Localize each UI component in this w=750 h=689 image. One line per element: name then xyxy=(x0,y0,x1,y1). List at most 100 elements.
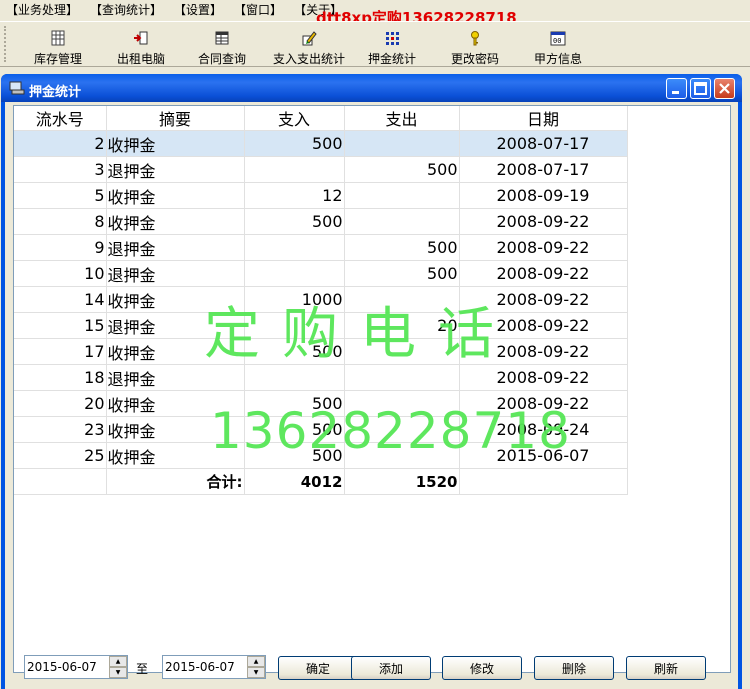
cell-expense[interactable] xyxy=(344,182,460,209)
cell-date[interactable]: 2008-09-22 xyxy=(459,260,628,287)
edit-button[interactable]: 修改 xyxy=(442,656,522,680)
date-to-picker[interactable]: 2015-06-07 ▲ ▼ xyxy=(162,655,266,679)
cell-income[interactable] xyxy=(244,156,345,183)
cell-summary[interactable]: 收押金 xyxy=(106,130,245,157)
cell-expense[interactable] xyxy=(344,208,460,235)
close-button[interactable] xyxy=(714,78,735,99)
deposit-stats-button[interactable]: 押金统计 xyxy=(354,22,430,66)
cell-income[interactable]: 500 xyxy=(244,442,345,469)
cell-expense[interactable] xyxy=(344,390,460,417)
table-row[interactable]: 17 收押金 500 2008-09-22 xyxy=(14,338,628,365)
change-password-button[interactable]: 更改密码 xyxy=(430,22,520,66)
cell-serial[interactable]: 14 xyxy=(14,286,107,313)
cell-expense[interactable]: 500 xyxy=(344,156,460,183)
cell-income[interactable] xyxy=(244,312,345,339)
cell-income[interactable] xyxy=(244,260,345,287)
column-header-serial[interactable]: 流水号 xyxy=(14,106,107,131)
cell-date[interactable]: 2008-09-22 xyxy=(459,286,628,313)
date-from-down[interactable]: ▼ xyxy=(109,667,127,678)
column-header-summary[interactable]: 摘要 xyxy=(106,106,245,131)
cell-serial[interactable]: 17 xyxy=(14,338,107,365)
cell-income[interactable]: 500 xyxy=(244,208,345,235)
table-row[interactable]: 23 收押金 500 2008-09-24 xyxy=(14,416,628,443)
cell-expense[interactable] xyxy=(344,286,460,313)
table-row[interactable]: 20 收押金 500 2008-09-22 xyxy=(14,390,628,417)
add-button[interactable]: 添加 xyxy=(351,656,431,680)
cell-expense[interactable] xyxy=(344,364,460,391)
cell-expense[interactable]: 500 xyxy=(344,260,460,287)
table-row[interactable]: 5 收押金 12 2008-09-19 xyxy=(14,182,628,209)
table-row[interactable]: 8 收押金 500 2008-09-22 xyxy=(14,208,628,235)
cell-income[interactable] xyxy=(244,364,345,391)
date-to-value[interactable]: 2015-06-07 xyxy=(163,660,247,674)
refresh-button[interactable]: 刷新 xyxy=(626,656,706,680)
menu-query[interactable]: 【查询统计】 xyxy=(84,0,168,20)
cell-date[interactable]: 2008-07-17 xyxy=(459,130,628,157)
menu-window[interactable]: 【窗口】 xyxy=(228,0,288,20)
cell-expense[interactable]: 500 xyxy=(344,234,460,261)
table-row[interactable]: 25 收押金 500 2015-06-07 xyxy=(14,442,628,469)
cell-income[interactable] xyxy=(244,234,345,261)
cell-serial[interactable]: 25 xyxy=(14,442,107,469)
cell-serial[interactable]: 23 xyxy=(14,416,107,443)
cell-date[interactable]: 2015-06-07 xyxy=(459,442,628,469)
maximize-button[interactable] xyxy=(690,78,711,99)
cell-date[interactable]: 2008-09-22 xyxy=(459,390,628,417)
menu-settings[interactable]: 【设置】 xyxy=(168,0,228,20)
deposit-grid[interactable]: 流水号 摘要 支入 支出 日期 2 收押金 500 2008-07-17 3 退押金 500… xyxy=(13,105,731,673)
cell-summary[interactable]: 退押金 xyxy=(106,312,245,339)
cell-serial[interactable]: 5 xyxy=(14,182,107,209)
menu-business[interactable]: 【业务处理】 xyxy=(0,0,84,20)
cell-date[interactable]: 2008-07-17 xyxy=(459,156,628,183)
cell-summary[interactable]: 收押金 xyxy=(106,390,245,417)
cell-date[interactable]: 2008-09-22 xyxy=(459,208,628,235)
cell-serial[interactable]: 3 xyxy=(14,156,107,183)
cell-serial[interactable]: 10 xyxy=(14,260,107,287)
column-header-income[interactable]: 支入 xyxy=(244,106,345,131)
cell-summary[interactable]: 退押金 xyxy=(106,156,245,183)
cell-summary[interactable]: 收押金 xyxy=(106,286,245,313)
cell-summary[interactable]: 收押金 xyxy=(106,182,245,209)
cell-serial[interactable]: 8 xyxy=(14,208,107,235)
cell-summary[interactable]: 收押金 xyxy=(106,442,245,469)
cell-income[interactable]: 500 xyxy=(244,338,345,365)
cell-expense[interactable] xyxy=(344,442,460,469)
cell-expense[interactable]: 20 xyxy=(344,312,460,339)
party-info-button[interactable]: 00 甲方信息 xyxy=(520,22,596,66)
cell-date[interactable]: 2008-09-24 xyxy=(459,416,628,443)
cell-summary[interactable]: 收押金 xyxy=(106,338,245,365)
cell-serial[interactable]: 15 xyxy=(14,312,107,339)
cell-income[interactable]: 12 xyxy=(244,182,345,209)
cell-income[interactable]: 500 xyxy=(244,390,345,417)
cell-serial[interactable]: 2 xyxy=(14,130,107,157)
cell-summary[interactable]: 退押金 xyxy=(106,260,245,287)
confirm-button[interactable]: 确定 xyxy=(278,656,358,680)
date-to-up[interactable]: ▲ xyxy=(247,656,265,667)
cell-date[interactable]: 2008-09-19 xyxy=(459,182,628,209)
minimize-button[interactable] xyxy=(666,78,687,99)
table-row[interactable]: 3 退押金 500 2008-07-17 xyxy=(14,156,628,183)
cell-date[interactable]: 2008-09-22 xyxy=(459,364,628,391)
rent-computer-button[interactable]: 出租电脑 xyxy=(102,22,180,66)
cell-summary[interactable]: 收押金 xyxy=(106,208,245,235)
cell-date[interactable]: 2008-09-22 xyxy=(459,338,628,365)
cell-serial[interactable]: 9 xyxy=(14,234,107,261)
table-row[interactable]: 10 退押金 500 2008-09-22 xyxy=(14,260,628,287)
cell-date[interactable]: 2008-09-22 xyxy=(459,234,628,261)
cell-summary[interactable]: 收押金 xyxy=(106,416,245,443)
table-row[interactable]: 2 收押金 500 2008-07-17 xyxy=(14,130,628,157)
cell-expense[interactable] xyxy=(344,416,460,443)
cell-income[interactable]: 1000 xyxy=(244,286,345,313)
date-from-up[interactable]: ▲ xyxy=(109,656,127,667)
cell-serial[interactable]: 20 xyxy=(14,390,107,417)
cell-serial[interactable]: 18 xyxy=(14,364,107,391)
inventory-button[interactable]: 库存管理 xyxy=(14,22,102,66)
column-header-date[interactable]: 日期 xyxy=(459,106,628,131)
cell-expense[interactable] xyxy=(344,338,460,365)
cell-summary[interactable]: 退押金 xyxy=(106,364,245,391)
cell-expense[interactable] xyxy=(344,130,460,157)
table-row[interactable]: 14 收押金 1000 2008-09-22 xyxy=(14,286,628,313)
cell-income[interactable]: 500 xyxy=(244,130,345,157)
table-row[interactable]: 9 退押金 500 2008-09-22 xyxy=(14,234,628,261)
window-titlebar[interactable]: 押金统计 xyxy=(1,74,742,102)
